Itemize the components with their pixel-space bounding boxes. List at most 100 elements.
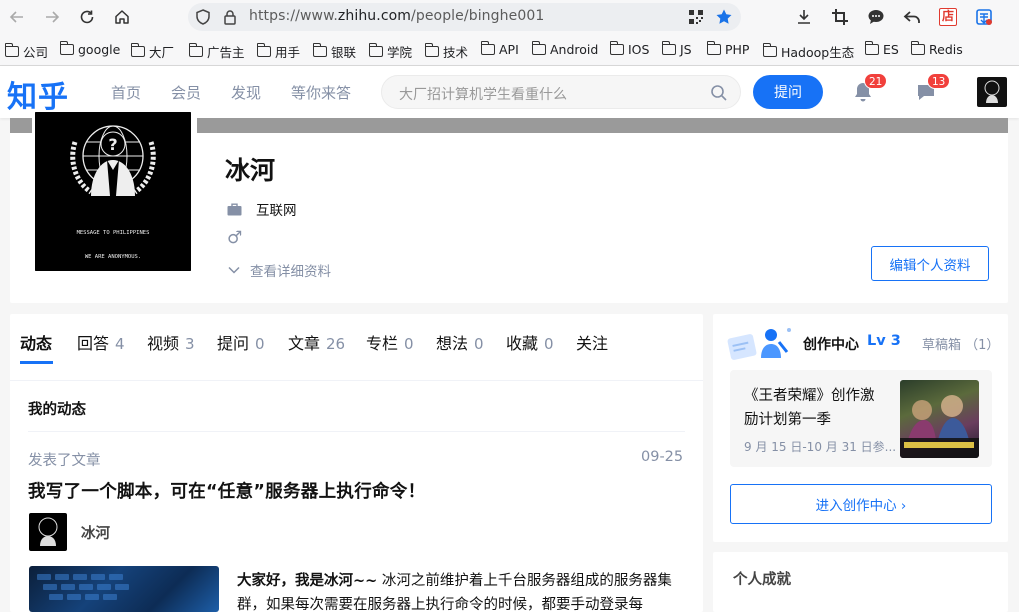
bookmark-folder[interactable]: 用手 [256, 42, 301, 61]
shield-icon[interactable] [193, 7, 213, 27]
bookmark-folder[interactable]: API [480, 41, 519, 57]
author-name[interactable]: 冰河 [81, 522, 110, 543]
extension-icon[interactable] [974, 7, 994, 27]
bookmark-folder[interactable]: 技术 [424, 42, 468, 61]
tab-label: 文章 [288, 334, 321, 353]
messages-button[interactable]: 13 [914, 73, 951, 106]
bookmark-folder[interactable]: PHP [706, 41, 750, 57]
search-input[interactable]: 大厂招计算机学生看重什么 [381, 75, 741, 109]
avatar-caption-bottom: WE ARE ANONYMOUS. [85, 254, 141, 260]
qr-code-icon[interactable] [686, 7, 706, 27]
tab-thoughts[interactable]: 想法 0 [436, 330, 484, 354]
drafts-link[interactable]: 草稿箱 （1） [922, 334, 999, 353]
industry-row: 互联网 [227, 199, 297, 219]
bookmark-label: ES [883, 42, 899, 57]
bookmark-folder[interactable]: Android [531, 41, 599, 57]
tab-count: 0 [255, 335, 265, 353]
bookmark-star-icon[interactable] [714, 7, 734, 27]
promo-date: 9 月 15 日-10 月 31 日参... [744, 440, 897, 454]
bookmark-folder[interactable]: 公司 [4, 42, 49, 61]
bookmark-folder[interactable]: 大厂 [130, 42, 174, 61]
folder-icon [910, 41, 925, 55]
promo-image [900, 380, 979, 458]
bookmark-folder[interactable]: IOS [609, 41, 649, 57]
folder-icon [762, 43, 777, 57]
active-tab-indicator [20, 361, 53, 364]
chat-bubble-icon[interactable] [866, 7, 886, 27]
folder-icon [480, 41, 495, 55]
bookmark-folder[interactable]: 银联 [312, 42, 356, 61]
reload-icon[interactable] [77, 7, 97, 27]
bookmark-folder[interactable]: google [59, 41, 120, 57]
ask-question-button[interactable]: 提问 [753, 75, 823, 109]
tab-collections[interactable]: 收藏 0 [506, 330, 554, 354]
bookmark-folder[interactable]: Redis [910, 41, 963, 57]
view-details-link[interactable]: 查看详细资料 [228, 260, 331, 280]
user-avatar[interactable] [977, 77, 1007, 107]
tab-activity[interactable]: 动态 [20, 330, 52, 354]
folder-icon [424, 43, 439, 57]
folder-icon [368, 43, 383, 57]
tab-count: 0 [474, 335, 484, 353]
url-text: https://www.zhihu.com/people/binghe001 [249, 8, 544, 24]
bookmark-label: JS [680, 42, 692, 57]
tab-label: 回答 [77, 334, 110, 353]
excerpt-bold: 大家好，我是冰河~~ [237, 573, 378, 589]
tab-videos[interactable]: 视频 3 [147, 330, 195, 354]
profile-cover [10, 118, 32, 133]
tab-count: 0 [544, 335, 554, 353]
bookmark-folder[interactable]: Hadoop生态 [762, 42, 854, 61]
bookmark-label: 学院 [387, 45, 413, 60]
bookmark-label: 公司 [23, 45, 49, 60]
undo-arrow-icon[interactable] [902, 7, 922, 27]
tab-label: 提问 [217, 334, 250, 353]
nav-home[interactable]: 首页 [111, 82, 141, 103]
tab-answers[interactable]: 回答 4 [77, 330, 125, 354]
edit-profile-button[interactable]: 编辑个人资料 [871, 246, 989, 281]
bookmark-label: 用手 [275, 45, 301, 60]
tab-questions[interactable]: 提问 0 [217, 330, 265, 354]
activity-type: 发表了文章 [28, 453, 101, 469]
profile-name: 冰河 [225, 156, 276, 185]
profile-avatar[interactable]: ? MESSAGE TO PHILIPPINES WE ARE ANONYMOU… [33, 110, 193, 273]
tab-count: 0 [404, 335, 414, 353]
promo-banner[interactable]: 《王者荣耀》创作激励计划第一季 9 月 15 日-10 月 31 日参... [730, 370, 992, 467]
tab-label: 动态 [20, 334, 53, 353]
bookmark-folder[interactable]: ES [864, 41, 899, 57]
crop-icon[interactable] [830, 7, 850, 27]
home-icon[interactable] [112, 7, 132, 27]
nav-waiting-answers[interactable]: 等你来答 [291, 82, 351, 103]
nav-discover[interactable]: 发现 [231, 82, 261, 103]
folder-icon [531, 41, 546, 55]
tab-articles[interactable]: 文章 26 [288, 330, 345, 354]
search-placeholder: 大厂招计算机学生看重什么 [399, 87, 567, 103]
bookmark-folder[interactable]: 广告主 [188, 42, 245, 61]
creator-center-title[interactable]: 创作中心 [803, 334, 859, 354]
article-thumbnail[interactable] [29, 566, 219, 612]
article-title[interactable]: 我写了一个脚本，可在“任意”服务器上执行命令！ [28, 478, 425, 503]
bookmark-folder[interactable]: JS [661, 41, 692, 57]
search-icon[interactable] [710, 84, 728, 106]
enter-creator-center-button[interactable]: 进入创作中心 › [730, 484, 992, 524]
author-avatar[interactable] [29, 513, 67, 551]
forward-arrow-icon[interactable] [42, 7, 62, 27]
tab-count: 26 [326, 335, 346, 353]
svg-text:?: ? [108, 135, 117, 154]
back-arrow-icon[interactable] [7, 7, 27, 27]
notifications-button[interactable]: 21 [851, 73, 888, 106]
tab-following[interactable]: 关注 [576, 330, 608, 354]
bookmark-label: Android [550, 42, 599, 57]
download-icon[interactable] [794, 7, 814, 27]
article-excerpt[interactable]: 大家好，我是冰河~~ 冰河之前维护着上千台服务器组成的服务器集群，如果每次需要在… [237, 569, 689, 612]
tab-columns[interactable]: 专栏 0 [366, 330, 414, 354]
tab-label: 专栏 [366, 334, 399, 353]
address-bar[interactable]: https://www.zhihu.com/people/binghe001 [188, 3, 741, 31]
store-icon[interactable]: 店 [938, 7, 958, 27]
bookmark-label: PHP [725, 42, 750, 57]
nav-membership[interactable]: 会员 [171, 82, 201, 103]
lock-icon[interactable] [220, 7, 240, 27]
creator-illustration-icon [723, 322, 793, 364]
folder-icon [256, 43, 271, 57]
bookmark-folder[interactable]: 学院 [368, 42, 413, 61]
creator-level[interactable]: Lv 3 [867, 333, 901, 349]
